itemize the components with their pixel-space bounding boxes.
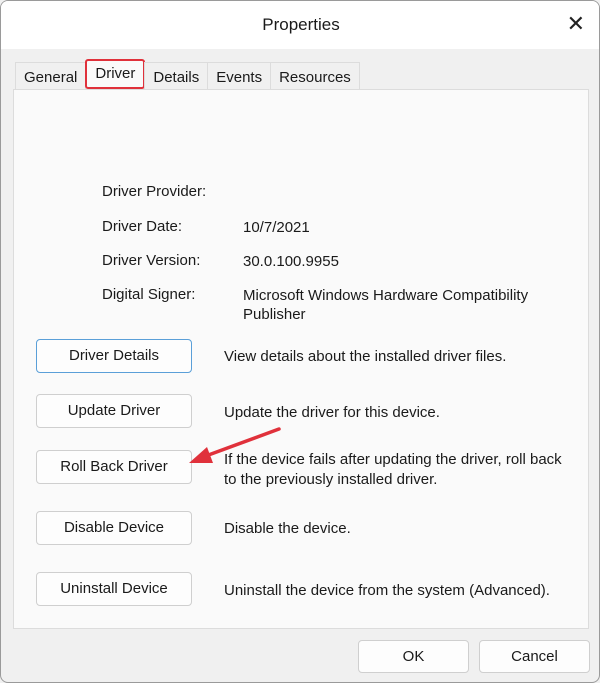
tab-driver[interactable]: Driver — [85, 59, 146, 89]
tab-details[interactable]: Details — [144, 62, 209, 90]
title-bar: Properties ✕ — [1, 1, 599, 49]
update-driver-desc: Update the driver for this device. — [224, 404, 440, 421]
digital-signer-row: Digital Signer: Microsoft Windows Hardwar… — [102, 286, 528, 323]
tab-resources[interactable]: Resources — [270, 62, 360, 90]
label: Driver Date: — [102, 218, 183, 235]
disable-device-desc: Disable the device. — [224, 520, 351, 537]
disable-device-button[interactable]: Disable Device — [36, 511, 192, 545]
label: Digital Signer: — [102, 286, 196, 303]
uninstall-device-button[interactable]: Uninstall Device — [36, 572, 192, 606]
roll-back-driver-button[interactable]: Roll Back Driver — [36, 450, 192, 484]
value: Microsoft Windows Hardware Compatibility… — [243, 287, 529, 323]
label: Driver Provider: — [102, 183, 207, 200]
driver-details-button[interactable]: Driver Details — [36, 339, 192, 373]
label: Driver Version: — [102, 252, 201, 269]
driver-panel: Driver Provider: Driver Date: 10/7/2021 D… — [13, 89, 589, 629]
value: 30.0.100.9955 — [243, 253, 339, 270]
driver-provider-row: Driver Provider: — [102, 183, 206, 200]
annotation-arrow-icon — [189, 427, 281, 463]
tab-strip: General Driver Details Events Resources — [15, 59, 360, 90]
close-icon[interactable]: ✕ — [567, 11, 585, 37]
driver-date-row: Driver Date: 10/7/2021 — [102, 218, 310, 236]
tab-general[interactable]: General — [15, 62, 87, 90]
tab-events[interactable]: Events — [207, 62, 272, 90]
properties-dialog: Properties ✕ General Driver Details Even… — [0, 0, 600, 683]
value: 10/7/2021 — [243, 219, 310, 236]
driver-version-row: Driver Version: 30.0.100.9955 — [102, 252, 339, 270]
driver-details-desc: View details about the installed driver … — [224, 348, 507, 365]
cancel-button[interactable]: Cancel — [479, 640, 590, 673]
update-driver-button[interactable]: Update Driver — [36, 394, 192, 428]
uninstall-device-desc: Uninstall the device from the system (Ad… — [224, 582, 550, 599]
ok-button[interactable]: OK — [358, 640, 469, 673]
dialog-title: Properties — [262, 15, 340, 34]
